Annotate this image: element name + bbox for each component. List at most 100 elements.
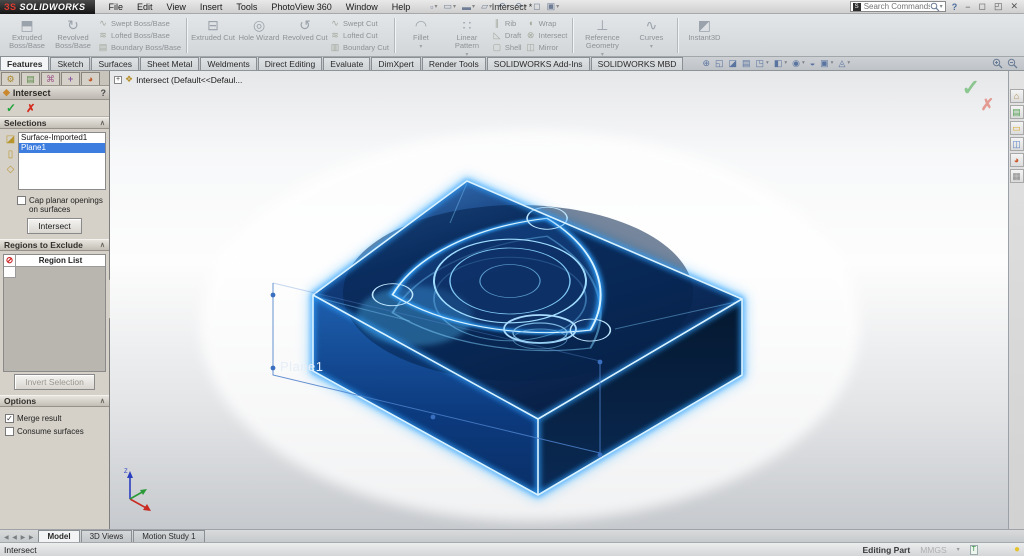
view-settings-icon[interactable]: ◬ xyxy=(838,58,845,69)
featuremanager-tab[interactable]: ⚙ xyxy=(1,72,20,85)
solid-body-icon[interactable]: ▯ xyxy=(8,149,14,160)
tab-model[interactable]: Model xyxy=(38,530,79,542)
dimxpertmanager-tab[interactable]: + xyxy=(61,72,80,85)
pm-ok-button[interactable]: ✓ xyxy=(6,101,16,115)
cap-openings-checkbox[interactable] xyxy=(17,196,26,205)
pm-help-button[interactable]: ? xyxy=(101,88,107,98)
custom-properties-icon[interactable]: ▦ xyxy=(1010,169,1024,183)
extruded-cut-button[interactable]: ⊟Extruded Cut xyxy=(190,16,236,55)
rebuild-button[interactable]: ◻ xyxy=(533,1,540,12)
custom-properties-tag-icon[interactable]: T xyxy=(970,545,978,555)
zoom-area-icon[interactable]: ◱ xyxy=(715,58,724,69)
section-view-icon[interactable]: ▤ xyxy=(742,58,751,69)
tab-direct-editing[interactable]: Direct Editing xyxy=(258,57,323,70)
edit-appearance-icon[interactable]: ◒ xyxy=(810,58,815,68)
intersect-button[interactable]: ⊗Intersect xyxy=(526,31,568,40)
displaymanager-tab[interactable]: ◕ xyxy=(81,72,100,85)
doc-restore-button[interactable]: ◰ xyxy=(992,1,1005,12)
tree-root-label[interactable]: Intersect (Default<<Defaul... xyxy=(136,75,242,85)
selections-group-header[interactable]: Selections ∧ xyxy=(0,117,109,129)
graphics-viewport[interactable]: Plane1 Z + ❖ Intersect (Default<<Defaul. xyxy=(110,71,1008,529)
boundary-cut-button[interactable]: ▥Boundary Cut xyxy=(330,43,389,52)
options-group-header[interactable]: Options ∧ xyxy=(0,395,109,407)
redo-button[interactable]: ↷▾ xyxy=(516,1,528,12)
tab-surfaces[interactable]: Surfaces xyxy=(91,57,139,70)
tab-solidworks-mbd[interactable]: SOLIDWORKS MBD xyxy=(591,57,684,70)
swept-cut-button[interactable]: ∿Swept Cut xyxy=(330,19,389,28)
tab-sheet-metal[interactable]: Sheet Metal xyxy=(140,57,199,70)
feature-tree-flyout[interactable]: + ❖ Intersect (Default<<Defaul... xyxy=(114,74,242,85)
restore-button[interactable]: ◻ xyxy=(976,1,987,12)
close-button[interactable]: ✕ xyxy=(1008,1,1020,12)
selection-listbox[interactable]: Surface-Imported1 Plane1 xyxy=(18,132,106,190)
confirm-ok-button[interactable]: ✓ xyxy=(962,75,980,101)
hole-wizard-button[interactable]: ◎Hole Wizard xyxy=(236,16,282,55)
tab-features[interactable]: Features xyxy=(0,56,49,70)
extruded-boss-button[interactable]: ⬒Extruded Boss/Base xyxy=(4,16,50,55)
tab-solidworks-addins[interactable]: SOLIDWORKS Add-Ins xyxy=(487,57,590,70)
reference-geometry-button[interactable]: ⊥Reference Geometry▾ xyxy=(576,16,628,55)
tree-expand-icon[interactable]: + xyxy=(114,76,122,84)
lofted-cut-button[interactable]: ≋Lofted Cut xyxy=(330,31,389,40)
menu-edit[interactable]: Edit xyxy=(130,2,160,12)
menu-file[interactable]: File xyxy=(101,2,130,12)
swept-boss-button[interactable]: ∿Swept Boss/Base xyxy=(98,19,181,28)
zoom-out-icon[interactable] xyxy=(1007,58,1018,69)
regions-group-header[interactable]: Regions to Exclude ∧ xyxy=(0,239,109,251)
tab-motion-study-1[interactable]: Motion Study 1 xyxy=(133,530,204,542)
open-button[interactable]: ▭▾ xyxy=(444,1,457,12)
units-dropdown-icon[interactable]: ▾ xyxy=(957,546,960,553)
linear-pattern-button[interactable]: ∷Linear Pattern▾ xyxy=(444,16,490,55)
save-button[interactable]: ▬▾ xyxy=(462,2,475,12)
appearances-icon[interactable]: ◕ xyxy=(1010,153,1024,167)
merge-result-checkbox[interactable]: ✓ xyxy=(5,414,14,423)
tab-render-tools[interactable]: Render Tools xyxy=(422,57,486,70)
draft-button[interactable]: ◺Draft xyxy=(492,31,522,40)
menu-help[interactable]: Help xyxy=(385,2,418,12)
list-item-surface-imported1[interactable]: Surface-Imported1 xyxy=(19,133,105,143)
zoom-fit-icon[interactable]: ⊕ xyxy=(702,58,710,69)
search-icon[interactable] xyxy=(930,2,940,12)
menu-window[interactable]: Window xyxy=(339,2,385,12)
hide-show-items-icon[interactable]: ◉ xyxy=(792,58,800,69)
revolved-boss-button[interactable]: ↻Revolved Boss/Base xyxy=(50,16,96,55)
wrap-button[interactable]: ◖Wrap xyxy=(526,19,568,28)
task-home-icon[interactable]: ⌂ xyxy=(1010,89,1024,103)
pm-cancel-button[interactable]: ✗ xyxy=(26,102,35,115)
tab-scroll-buttons[interactable]: ◀ ◀ ▶ ▶ xyxy=(0,534,38,542)
tab-evaluate[interactable]: Evaluate xyxy=(323,57,370,70)
propertymanager-tab[interactable]: ▤ xyxy=(21,72,40,85)
invert-selection-button[interactable]: Invert Selection xyxy=(14,374,95,390)
intersect-action-button[interactable]: Intersect xyxy=(27,218,82,234)
view-palette-icon[interactable]: ◫ xyxy=(1010,137,1024,151)
zoom-in-icon[interactable] xyxy=(992,58,1003,69)
confirm-cancel-button[interactable]: ✗ xyxy=(981,95,994,115)
boundary-boss-button[interactable]: ▤Boundary Boss/Base xyxy=(98,43,181,52)
mirror-button[interactable]: ◫Mirror xyxy=(526,43,568,52)
previous-view-icon[interactable]: ◪ xyxy=(729,58,738,69)
edge-selection-icon[interactable]: ◪ xyxy=(6,134,15,145)
consume-surfaces-checkbox[interactable] xyxy=(5,427,14,436)
instant3d-button[interactable]: ◩Instant3D xyxy=(681,16,727,55)
menu-view[interactable]: View xyxy=(159,2,192,12)
region-list-table[interactable]: ⊘ Region List xyxy=(3,254,106,372)
units-label[interactable]: MMGS xyxy=(920,545,946,555)
surface-body-icon[interactable]: ◇ xyxy=(7,164,15,175)
design-library-icon[interactable]: ▤ xyxy=(1010,105,1024,119)
list-item-plane1[interactable]: Plane1 xyxy=(19,143,105,153)
tab-sketch[interactable]: Sketch xyxy=(50,57,90,70)
search-input[interactable] xyxy=(864,2,930,11)
help-button[interactable]: ? xyxy=(950,2,960,12)
fillet-button[interactable]: ◠Fillet▾ xyxy=(398,16,444,55)
curves-button[interactable]: ∿Curves▾ xyxy=(628,16,674,55)
tab-weldments[interactable]: Weldments xyxy=(200,57,256,70)
revolved-cut-button[interactable]: ↺Revolved Cut xyxy=(282,16,328,55)
menu-photoview[interactable]: PhotoView 360 xyxy=(264,2,338,12)
configurationmanager-tab[interactable]: ⌘ xyxy=(41,72,60,85)
options-button[interactable]: ▣▾ xyxy=(547,1,560,12)
file-explorer-icon[interactable]: ▭ xyxy=(1010,121,1024,135)
lofted-boss-button[interactable]: ≋Lofted Boss/Base xyxy=(98,31,181,40)
view-orientation-icon[interactable]: ◳ xyxy=(756,58,765,69)
new-document-button[interactable]: ▫▾ xyxy=(430,2,437,12)
rib-button[interactable]: ∥Rib xyxy=(492,19,522,28)
